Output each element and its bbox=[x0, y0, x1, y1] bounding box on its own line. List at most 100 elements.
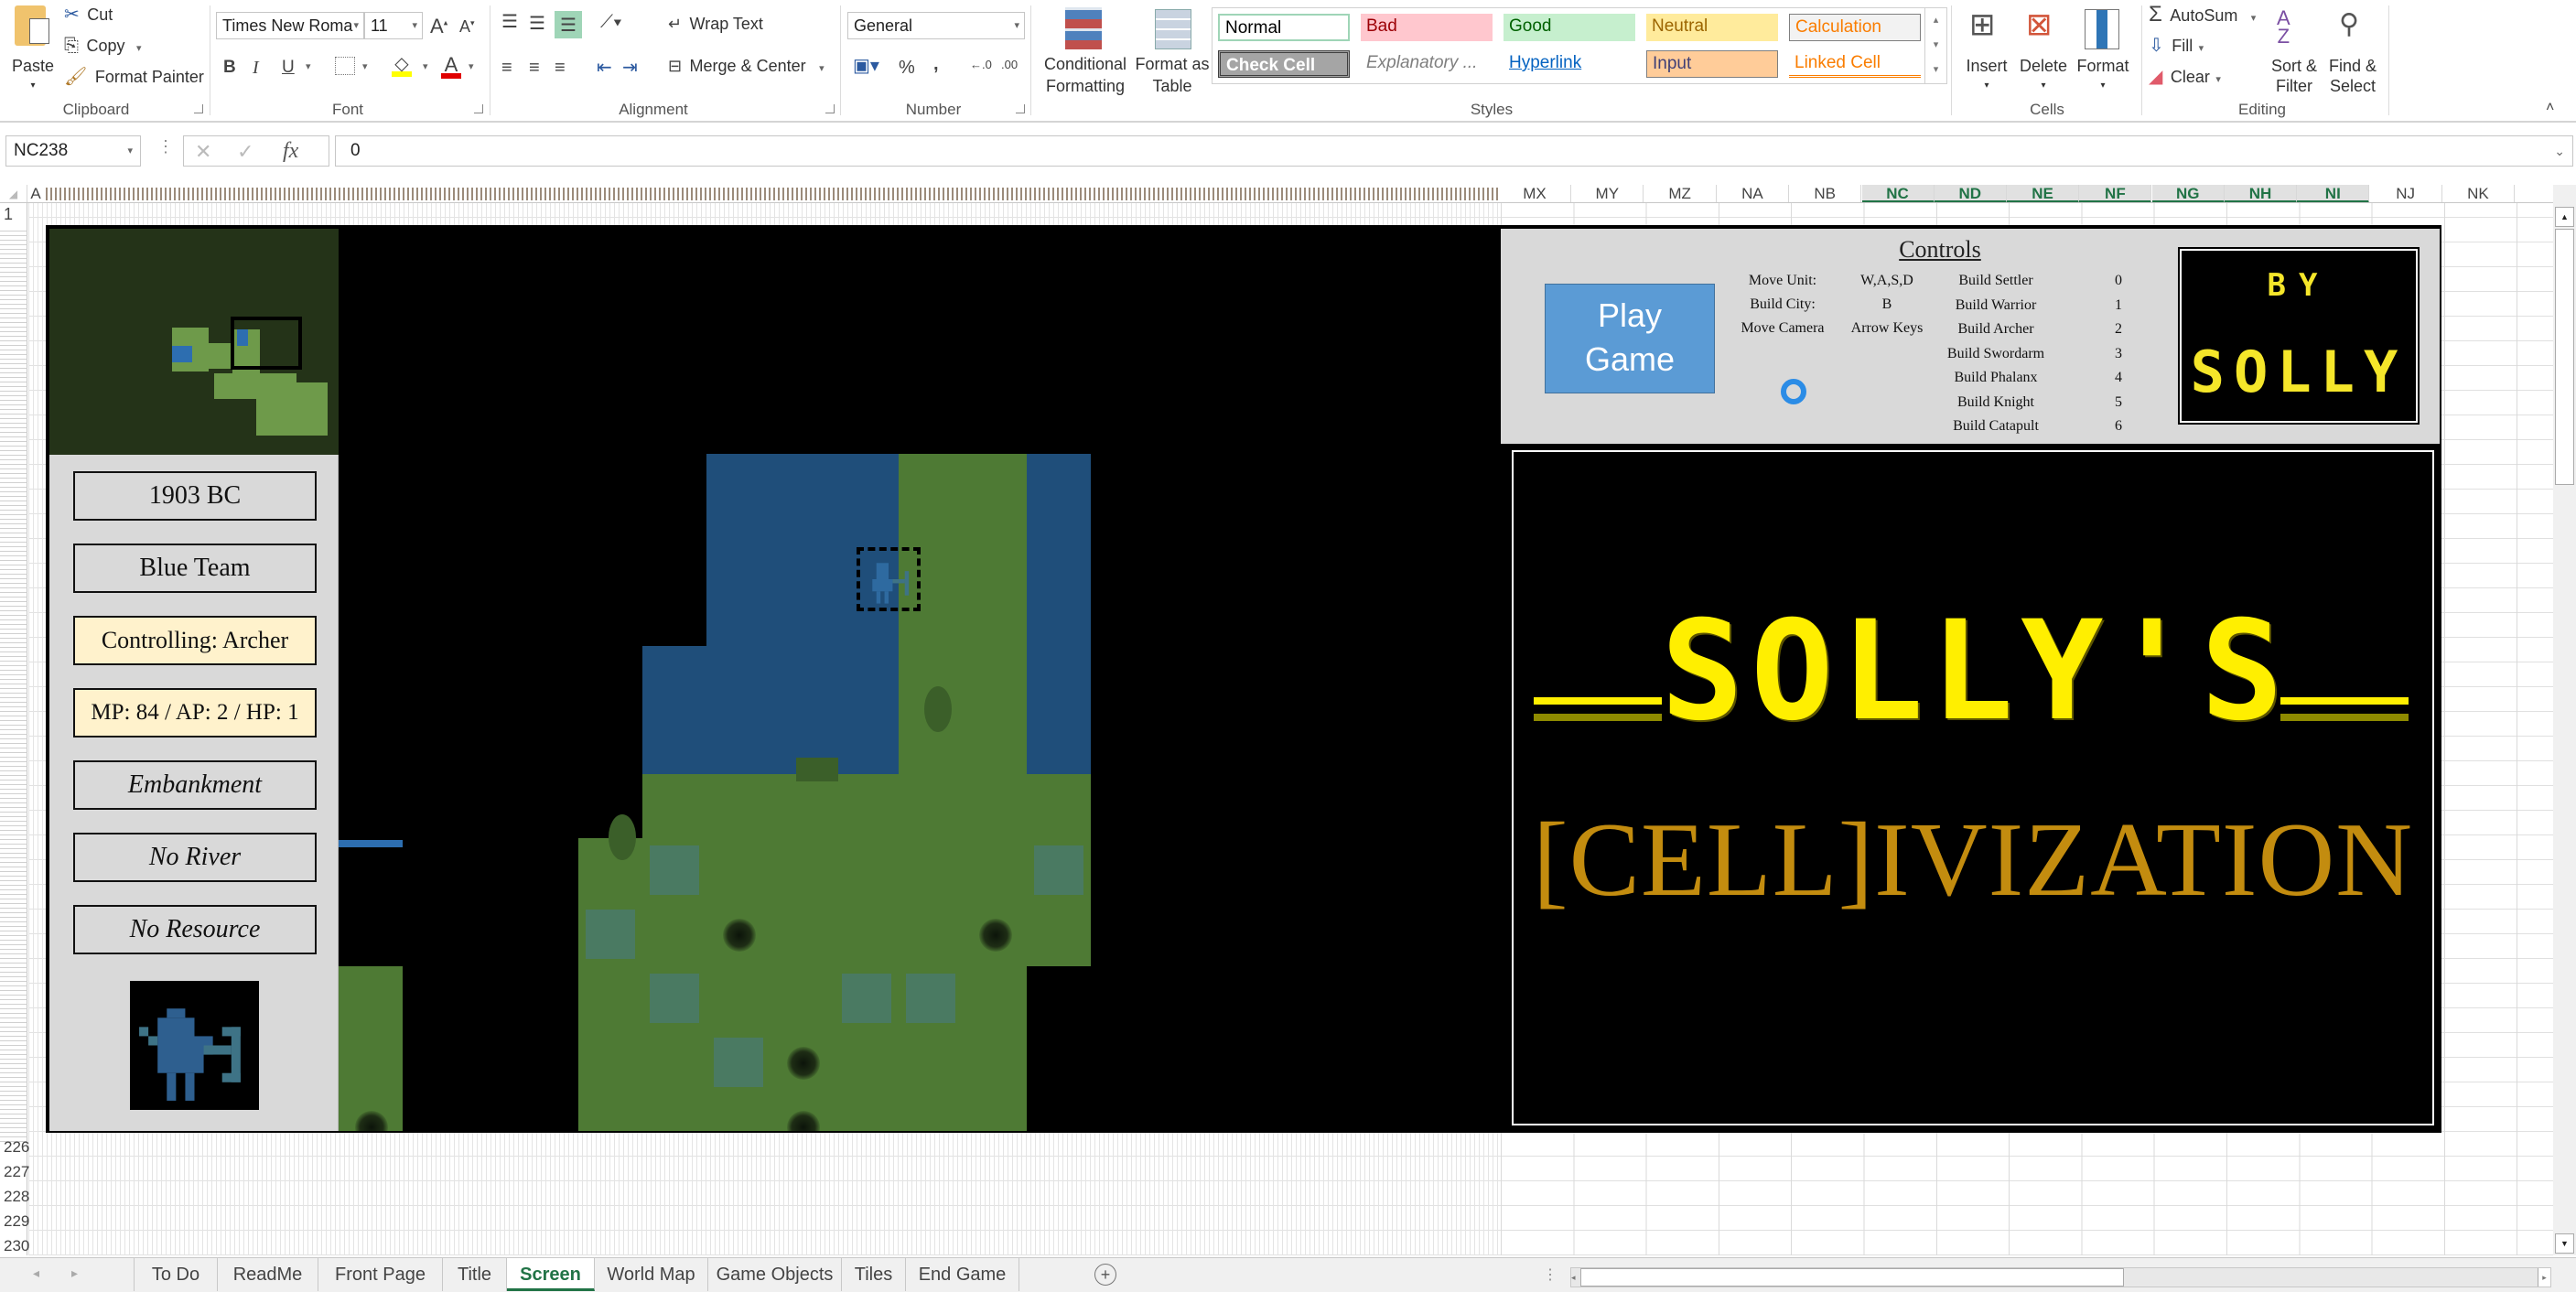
scroll-thumb[interactable] bbox=[1580, 1268, 2124, 1287]
water-tile[interactable] bbox=[642, 646, 706, 710]
clear-button[interactable]: ◢ Clear ▾ bbox=[2149, 68, 2221, 87]
number-format-select[interactable]: General ▾ bbox=[847, 12, 1025, 39]
column-header-mx[interactable]: MX bbox=[1499, 185, 1571, 202]
grass-tile[interactable] bbox=[642, 1030, 706, 1094]
grass-tile[interactable] bbox=[963, 454, 1027, 518]
water-tile[interactable] bbox=[706, 646, 771, 710]
cell-style-input[interactable]: Input bbox=[1646, 50, 1778, 78]
row-header-229[interactable]: 229 bbox=[0, 1212, 29, 1231]
next-sheet-icon[interactable]: ▸ bbox=[71, 1265, 78, 1281]
conditional-formatting-button[interactable]: Conditional Formatting bbox=[1038, 5, 1133, 97]
gallery-scroll[interactable]: ▴ ▾ ▾ bbox=[1924, 8, 1946, 83]
wrap-text-button[interactable]: ↵ Wrap Text bbox=[668, 15, 763, 34]
name-box[interactable]: NC238 ▾ bbox=[5, 135, 141, 167]
selected-unit-marker[interactable] bbox=[857, 547, 921, 611]
grass-tile[interactable] bbox=[963, 1094, 1027, 1131]
cut-button[interactable]: ✂ Cut bbox=[64, 5, 113, 27]
water-tile[interactable] bbox=[1027, 582, 1091, 646]
sheet-tab-world-map[interactable]: World Map bbox=[595, 1258, 708, 1291]
align-bottom-icon[interactable]: ☰ bbox=[555, 11, 582, 38]
marsh-tile[interactable] bbox=[1027, 838, 1091, 902]
water-tile[interactable] bbox=[835, 646, 899, 710]
grass-tile[interactable] bbox=[963, 710, 1027, 774]
grass-tile[interactable] bbox=[771, 774, 835, 838]
decrease-font-icon[interactable]: A▾ bbox=[459, 18, 475, 35]
column-header-nc[interactable]: NC bbox=[1861, 185, 1935, 202]
vertical-scrollbar[interactable]: ▲ ▼ bbox=[2553, 185, 2576, 1255]
grass-tile[interactable] bbox=[642, 902, 706, 966]
grass-tile[interactable] bbox=[963, 966, 1027, 1030]
water-tile[interactable] bbox=[1027, 646, 1091, 710]
align-right-icon[interactable]: ≡ bbox=[555, 59, 566, 77]
forest-tile[interactable] bbox=[771, 1094, 835, 1131]
grass-tile[interactable] bbox=[339, 966, 403, 1030]
column-header-nj[interactable]: NJ bbox=[2370, 185, 2442, 202]
grass-tile[interactable] bbox=[706, 1094, 771, 1131]
cancel-icon[interactable]: ✕ bbox=[195, 142, 211, 162]
forest-tile[interactable] bbox=[771, 1030, 835, 1094]
align-center-icon[interactable]: ≡ bbox=[529, 59, 540, 77]
grass-tile[interactable] bbox=[899, 838, 963, 902]
grass-tile[interactable] bbox=[771, 902, 835, 966]
insert-function-icon[interactable]: fx bbox=[283, 140, 298, 162]
prev-sheet-icon[interactable]: ◂ bbox=[33, 1265, 39, 1281]
autosum-button[interactable]: Σ AutoSum ▾ bbox=[2149, 4, 2256, 26]
borders-icon[interactable] bbox=[335, 57, 355, 75]
column-header-nk[interactable]: NK bbox=[2442, 185, 2515, 202]
comma-style-button[interactable]: , bbox=[933, 55, 939, 73]
grass-tile[interactable] bbox=[835, 1030, 899, 1094]
sheet-tab-readme[interactable]: ReadMe bbox=[218, 1258, 318, 1291]
cell-style-hyperlink[interactable]: Hyperlink bbox=[1504, 50, 1635, 78]
cell-style-neutral[interactable]: Neutral bbox=[1646, 14, 1778, 41]
grass-tile[interactable] bbox=[835, 1094, 899, 1131]
collapse-ribbon-icon[interactable]: ˄ bbox=[2546, 101, 2554, 115]
grass-tile[interactable] bbox=[963, 1030, 1027, 1094]
scroll-up-icon[interactable]: ▲ bbox=[2555, 207, 2574, 227]
align-top-icon[interactable]: ☰ bbox=[501, 13, 518, 31]
sheet-tab-tiles[interactable]: Tiles bbox=[842, 1258, 906, 1291]
marsh-tile[interactable] bbox=[578, 902, 642, 966]
grass-tile[interactable] bbox=[899, 774, 963, 838]
cell-style-calculation[interactable]: Calculation bbox=[1789, 14, 1921, 41]
water-tile[interactable] bbox=[771, 454, 835, 518]
grass-tile[interactable] bbox=[899, 454, 963, 518]
grass-tile[interactable] bbox=[835, 774, 899, 838]
sheet-tab-game-objects[interactable]: Game Objects bbox=[708, 1258, 842, 1291]
align-left-icon[interactable]: ≡ bbox=[501, 59, 512, 77]
column-header-mz[interactable]: MZ bbox=[1644, 185, 1717, 202]
orientation-icon[interactable]: ⟋▾ bbox=[600, 13, 622, 31]
row-header[interactable]: 1 bbox=[0, 205, 27, 224]
grass-tile[interactable] bbox=[1027, 902, 1091, 966]
font-family-select[interactable]: Times New Roma ▾ bbox=[216, 12, 364, 39]
dialog-launcher-icon[interactable] bbox=[194, 104, 203, 113]
row-header-230[interactable]: 230 bbox=[0, 1237, 29, 1255]
grass-tile[interactable] bbox=[642, 774, 706, 838]
scroll-right-icon[interactable]: ▸ bbox=[2538, 1268, 2550, 1287]
water-tile[interactable] bbox=[771, 582, 835, 646]
expand-formula-icon[interactable]: ⌄ bbox=[2554, 136, 2565, 166]
chevron-down-icon[interactable]: ▾ bbox=[362, 62, 368, 72]
marsh-tile[interactable] bbox=[706, 1030, 771, 1094]
marsh-tile[interactable] bbox=[899, 966, 963, 1030]
minimap-viewport[interactable] bbox=[231, 317, 302, 370]
water-tile[interactable] bbox=[642, 710, 706, 774]
insert-cells-button[interactable]: ⊞ Insert ▾ bbox=[1958, 5, 2015, 97]
grass-tile[interactable] bbox=[771, 838, 835, 902]
grass-tile[interactable] bbox=[642, 1094, 706, 1131]
add-sheet-button[interactable]: + bbox=[1094, 1264, 1116, 1286]
grass-tile[interactable] bbox=[339, 1030, 403, 1094]
grass-tile[interactable] bbox=[771, 966, 835, 1030]
grass-tile[interactable] bbox=[835, 902, 899, 966]
paste-button[interactable]: Paste ▾ bbox=[7, 5, 59, 92]
format-as-table-button[interactable]: Format as Table bbox=[1133, 5, 1212, 97]
marsh-tile[interactable] bbox=[835, 966, 899, 1030]
column-header-ni[interactable]: NI bbox=[2297, 185, 2370, 202]
sheet-tab-end-game[interactable]: End Game bbox=[906, 1258, 1019, 1291]
water-tile[interactable] bbox=[706, 582, 771, 646]
grass-tile[interactable] bbox=[899, 1030, 963, 1094]
percent-style-button[interactable]: % bbox=[899, 59, 915, 77]
column-header-my[interactable]: MY bbox=[1571, 185, 1644, 202]
decrease-decimal-icon[interactable]: .00 bbox=[1001, 59, 1018, 70]
merge-center-button[interactable]: ⊟ Merge & Center ▾ bbox=[668, 57, 825, 76]
play-game-button[interactable]: Play Game bbox=[1545, 284, 1715, 393]
